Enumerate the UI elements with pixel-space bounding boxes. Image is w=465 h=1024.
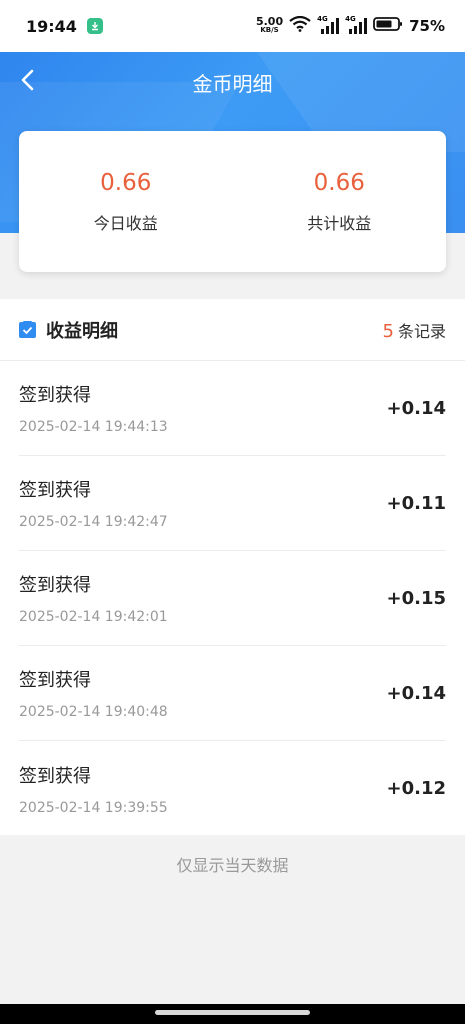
list-item: 签到获得 2025-02-14 19:42:01 +0.15 bbox=[19, 551, 446, 646]
signal-type-label: 4G bbox=[317, 15, 328, 23]
cellular-signal-icon: 4G bbox=[317, 15, 340, 34]
signal-type-label: 4G bbox=[345, 15, 356, 23]
screen: 19:44 5.00 KB/S 4G 4G 75% 金币明细 0.66 今日收益… bbox=[0, 0, 465, 1024]
navigation-bar bbox=[0, 1004, 465, 1024]
status-time: 19:44 bbox=[26, 16, 77, 36]
network-speed-unit: KB/S bbox=[260, 26, 279, 34]
record-title: 签到获得 bbox=[19, 575, 91, 596]
summary-card: 0.66 今日收益 0.66 共计收益 bbox=[19, 131, 446, 272]
battery-percent: 75% bbox=[409, 17, 445, 35]
record-title: 签到获得 bbox=[19, 480, 91, 501]
page-title: 金币明细 bbox=[192, 72, 273, 96]
record-count-number: 5 bbox=[382, 320, 394, 342]
record-amount: +0.14 bbox=[386, 682, 447, 704]
today-earnings: 0.66 今日收益 bbox=[19, 131, 233, 272]
download-icon bbox=[86, 18, 103, 34]
earnings-detail-section: 收益明细 5 条记录 签到获得 2025-02-14 19:44:13 +0.1… bbox=[0, 299, 465, 835]
list-item: 签到获得 2025-02-14 19:44:13 +0.14 bbox=[19, 361, 446, 456]
record-amount: +0.15 bbox=[386, 587, 447, 609]
status-bar: 19:44 5.00 KB/S 4G 4G 75% bbox=[0, 0, 465, 52]
record-title: 签到获得 bbox=[19, 385, 91, 406]
records-list: 签到获得 2025-02-14 19:44:13 +0.14 签到获得 2025… bbox=[0, 361, 465, 836]
record-amount: +0.12 bbox=[386, 778, 447, 799]
record-amount: +0.11 bbox=[386, 492, 447, 514]
cellular-signal-icon: 4G bbox=[345, 15, 368, 34]
total-earnings-value: 0.66 bbox=[313, 169, 365, 196]
record-time: 2025-02-14 19:42:01 bbox=[19, 609, 168, 625]
status-indicators: 5.00 KB/S 4G 4G 75% bbox=[255, 15, 445, 36]
today-earnings-value: 0.66 bbox=[100, 169, 152, 196]
today-earnings-label: 今日收益 bbox=[93, 213, 158, 233]
home-indicator[interactable] bbox=[155, 1010, 310, 1015]
list-item: 签到获得 2025-02-14 19:40:48 +0.14 bbox=[19, 646, 446, 741]
total-earnings: 0.66 共计收益 bbox=[233, 131, 447, 272]
battery-icon bbox=[373, 16, 403, 36]
section-header: 收益明细 5 条记录 bbox=[0, 299, 465, 361]
record-count-label: 条记录 bbox=[397, 321, 446, 341]
wifi-icon bbox=[289, 15, 311, 36]
record-title: 签到获得 bbox=[19, 765, 91, 787]
record-count: 5 条记录 bbox=[383, 318, 446, 342]
record-time: 2025-02-14 19:44:13 bbox=[19, 419, 168, 435]
checkbox-icon bbox=[19, 321, 36, 338]
section-title: 收益明细 bbox=[46, 320, 118, 342]
list-item: 签到获得 2025-02-14 19:39:55 +0.12 bbox=[19, 741, 446, 836]
record-time: 2025-02-14 19:40:48 bbox=[19, 704, 168, 720]
record-title: 签到获得 bbox=[19, 670, 91, 691]
record-time: 2025-02-14 19:42:47 bbox=[19, 514, 168, 530]
list-item: 签到获得 2025-02-14 19:42:47 +0.11 bbox=[19, 456, 446, 551]
record-amount: +0.14 bbox=[386, 397, 447, 419]
total-earnings-label: 共计收益 bbox=[307, 213, 372, 233]
network-speed: 5.00 KB/S bbox=[255, 15, 284, 35]
network-speed-value: 5.00 bbox=[255, 15, 284, 28]
footer-note: 仅显示当天数据 bbox=[176, 856, 289, 875]
record-time: 2025-02-14 19:39:55 bbox=[19, 799, 168, 816]
